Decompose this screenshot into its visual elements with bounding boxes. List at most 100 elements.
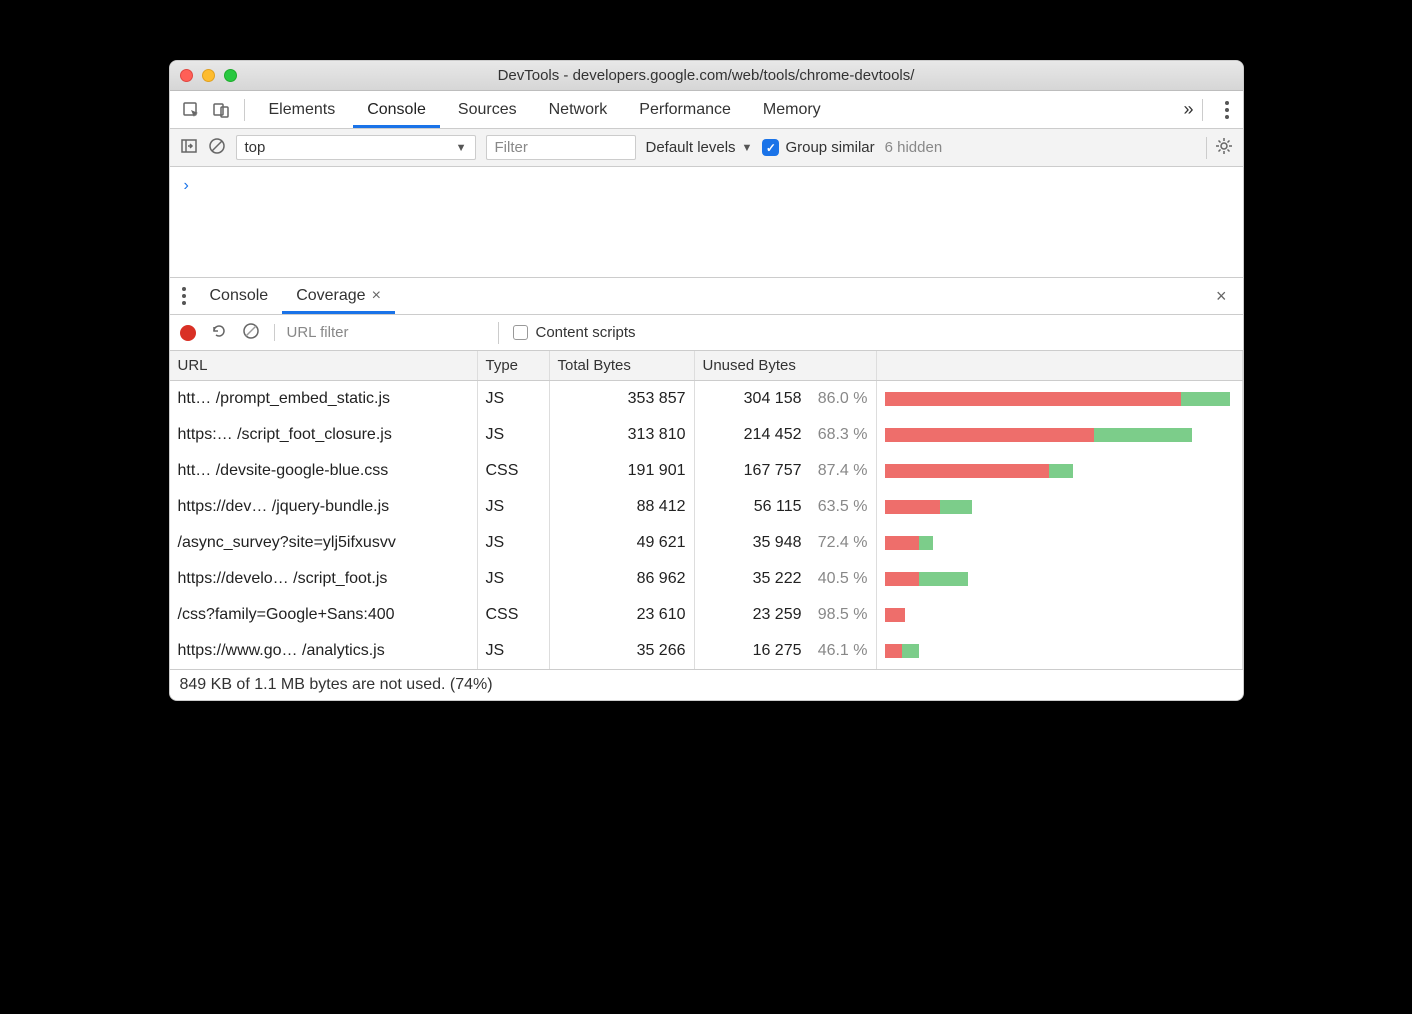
filter-placeholder: Filter xyxy=(495,139,528,156)
cell-url: htt… /devsite-google-blue.css xyxy=(170,453,478,489)
close-tab-icon[interactable]: × xyxy=(372,287,381,305)
cell-bar xyxy=(877,633,1243,669)
tab-console[interactable]: Console xyxy=(353,91,440,128)
cell-type: JS xyxy=(478,525,550,561)
cell-total: 49 621 xyxy=(550,525,695,561)
cell-unused: 304 15886.0 % xyxy=(695,381,877,417)
window-title: DevTools - developers.google.com/web/too… xyxy=(170,67,1243,84)
cell-unused: 56 11563.5 % xyxy=(695,489,877,525)
col-type[interactable]: Type xyxy=(478,351,550,380)
checkbox-unchecked-icon xyxy=(513,325,528,340)
context-value: top xyxy=(245,139,266,156)
coverage-summary: 849 KB of 1.1 MB bytes are not used. (74… xyxy=(170,669,1243,700)
url-filter-input[interactable]: URL filter xyxy=(274,324,484,341)
cell-total: 191 901 xyxy=(550,453,695,489)
drawer-menu-icon[interactable] xyxy=(178,287,196,305)
clear-coverage-icon[interactable] xyxy=(242,322,260,344)
coverage-row[interactable]: https://dev… /jquery-bundle.jsJS88 41256… xyxy=(170,489,1243,525)
cell-total: 88 412 xyxy=(550,489,695,525)
cell-unused: 167 75787.4 % xyxy=(695,453,877,489)
cell-type: CSS xyxy=(478,453,550,489)
titlebar: DevTools - developers.google.com/web/too… xyxy=(170,61,1243,91)
col-unused[interactable]: Unused Bytes xyxy=(695,351,877,380)
cell-url: /css?family=Google+Sans:400 xyxy=(170,597,478,633)
group-similar-toggle[interactable]: ✓ Group similar xyxy=(762,139,874,156)
inspect-element-icon[interactable] xyxy=(178,97,204,123)
col-visualization[interactable] xyxy=(877,351,1243,380)
divider xyxy=(1206,137,1207,159)
cell-bar xyxy=(877,417,1243,453)
cell-type: JS xyxy=(478,417,550,453)
console-filter-input[interactable]: Filter xyxy=(486,135,636,160)
cell-total: 23 610 xyxy=(550,597,695,633)
cell-bar xyxy=(877,561,1243,597)
cell-unused: 35 22240.5 % xyxy=(695,561,877,597)
tab-sources[interactable]: Sources xyxy=(444,91,531,128)
drawer-tabstrip: Console Coverage × × xyxy=(170,277,1243,315)
cell-bar xyxy=(877,489,1243,525)
cell-url: https://develo… /script_foot.js xyxy=(170,561,478,597)
coverage-toolbar: URL filter Content scripts xyxy=(170,315,1243,351)
hidden-messages-count[interactable]: 6 hidden xyxy=(885,139,943,156)
cell-unused: 35 94872.4 % xyxy=(695,525,877,561)
col-total[interactable]: Total Bytes xyxy=(550,351,695,380)
drawer-tab-console[interactable]: Console xyxy=(196,278,283,314)
console-body[interactable]: › xyxy=(170,167,1243,277)
col-url[interactable]: URL xyxy=(170,351,478,380)
cell-url: https:… /script_foot_closure.js xyxy=(170,417,478,453)
cell-total: 86 962 xyxy=(550,561,695,597)
execution-context-select[interactable]: top ▼ xyxy=(236,135,476,160)
minimize-window-button[interactable] xyxy=(202,69,215,82)
cell-url: https://www.go… /analytics.js xyxy=(170,633,478,669)
tab-network[interactable]: Network xyxy=(535,91,622,128)
cell-type: JS xyxy=(478,381,550,417)
cell-total: 353 857 xyxy=(550,381,695,417)
coverage-table-body: htt… /prompt_embed_static.jsJS353 857304… xyxy=(170,381,1243,669)
coverage-row[interactable]: https://develo… /script_foot.jsJS86 9623… xyxy=(170,561,1243,597)
cell-unused: 16 27546.1 % xyxy=(695,633,877,669)
close-drawer-icon[interactable]: × xyxy=(1208,286,1235,307)
console-settings-icon[interactable] xyxy=(1215,137,1233,159)
show-console-sidebar-icon[interactable] xyxy=(180,137,198,159)
cell-total: 313 810 xyxy=(550,417,695,453)
coverage-row[interactable]: htt… /devsite-google-blue.cssCSS191 9011… xyxy=(170,453,1243,489)
drawer-tab-coverage[interactable]: Coverage × xyxy=(282,278,395,314)
cell-type: JS xyxy=(478,489,550,525)
coverage-row[interactable]: /css?family=Google+Sans:400CSS23 61023 2… xyxy=(170,597,1243,633)
tab-memory[interactable]: Memory xyxy=(749,91,835,128)
cell-url: https://dev… /jquery-bundle.js xyxy=(170,489,478,525)
zoom-window-button[interactable] xyxy=(224,69,237,82)
more-tabs-icon[interactable]: » xyxy=(1183,99,1185,120)
coverage-row[interactable]: htt… /prompt_embed_static.jsJS353 857304… xyxy=(170,381,1243,417)
clear-console-icon[interactable] xyxy=(208,137,226,159)
cell-bar xyxy=(877,525,1243,561)
divider xyxy=(244,99,245,121)
close-window-button[interactable] xyxy=(180,69,193,82)
cell-total: 35 266 xyxy=(550,633,695,669)
settings-menu-icon[interactable] xyxy=(1219,101,1235,119)
dropdown-icon: ▼ xyxy=(742,142,753,154)
divider xyxy=(1202,99,1203,121)
toggle-device-icon[interactable] xyxy=(208,97,234,123)
cell-unused: 214 45268.3 % xyxy=(695,417,877,453)
console-prompt-icon: › xyxy=(184,177,189,194)
tab-performance[interactable]: Performance xyxy=(625,91,745,128)
tab-elements[interactable]: Elements xyxy=(255,91,350,128)
checkbox-checked-icon: ✓ xyxy=(762,139,779,156)
coverage-row[interactable]: https:… /script_foot_closure.jsJS313 810… xyxy=(170,417,1243,453)
traffic-lights xyxy=(180,69,237,82)
record-button[interactable] xyxy=(180,325,196,341)
log-levels-select[interactable]: Default levels ▼ xyxy=(646,139,753,156)
content-scripts-toggle[interactable]: Content scripts xyxy=(513,324,636,341)
console-toolbar: top ▼ Filter Default levels ▼ ✓ Group si… xyxy=(170,129,1243,167)
coverage-row[interactable]: https://www.go… /analytics.jsJS35 26616 … xyxy=(170,633,1243,669)
coverage-row[interactable]: /async_survey?site=ylj5ifxusvvJS49 62135… xyxy=(170,525,1243,561)
cell-bar xyxy=(877,453,1243,489)
cell-bar xyxy=(877,597,1243,633)
cell-unused: 23 25998.5 % xyxy=(695,597,877,633)
cell-url: htt… /prompt_embed_static.js xyxy=(170,381,478,417)
cell-type: CSS xyxy=(478,597,550,633)
dropdown-icon: ▼ xyxy=(456,142,467,154)
reload-icon[interactable] xyxy=(210,322,228,344)
cell-type: JS xyxy=(478,633,550,669)
